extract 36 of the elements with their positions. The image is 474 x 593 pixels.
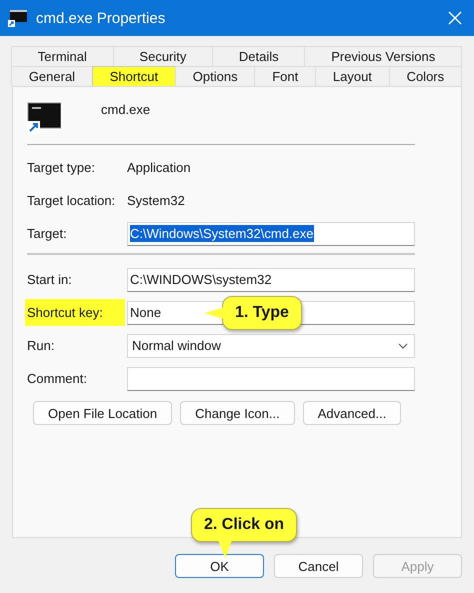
action-button[interactable]: Advanced...	[302, 401, 402, 425]
tab[interactable]: Shortcut	[92, 66, 176, 86]
tab[interactable]: Colors	[388, 66, 462, 86]
dialog-button[interactable]: Cancel	[274, 554, 363, 578]
tab[interactable]: Terminal	[11, 46, 114, 66]
tab[interactable]: Previous Versions	[304, 46, 462, 66]
field-label: Shortcut key:	[25, 299, 125, 326]
window-title: cmd.exe Properties	[36, 10, 166, 26]
tab[interactable]: Options	[174, 66, 256, 86]
callout-pointer	[218, 540, 232, 558]
file-name: cmd.exe	[101, 102, 150, 116]
field-label: Run:	[26, 337, 56, 355]
field-value: Application	[127, 160, 191, 175]
callout: 2. Click on	[191, 508, 298, 542]
run-dropdown[interactable]: Normal window	[127, 334, 415, 358]
input-field[interactable]	[127, 366, 415, 390]
callout: 1. Type	[222, 296, 302, 330]
chevron-down-icon	[398, 342, 408, 348]
console-app-icon	[8, 9, 28, 27]
console-app-icon	[27, 102, 61, 134]
field-label: Target type:	[26, 159, 96, 177]
action-button[interactable]: Open File Location	[33, 401, 172, 425]
field-label: Start in:	[26, 271, 73, 289]
input-field[interactable]: C:\WINDOWS\system32	[127, 268, 415, 292]
field-label: Comment:	[26, 370, 88, 388]
input-field[interactable]: C:\Windows\System32\cmd.exe	[127, 222, 415, 246]
close-icon[interactable]	[448, 11, 462, 25]
callout-pointer	[204, 307, 224, 319]
field-label: Target location:	[26, 192, 116, 210]
action-button[interactable]: Change Icon...	[180, 401, 295, 425]
tab[interactable]: Security	[112, 46, 214, 66]
dialog-button[interactable]: OK	[175, 554, 264, 578]
field-value: System32	[127, 193, 185, 208]
tab[interactable]: General	[11, 66, 93, 86]
field-label: Target:	[26, 225, 68, 243]
tab[interactable]: Layout	[315, 66, 390, 86]
